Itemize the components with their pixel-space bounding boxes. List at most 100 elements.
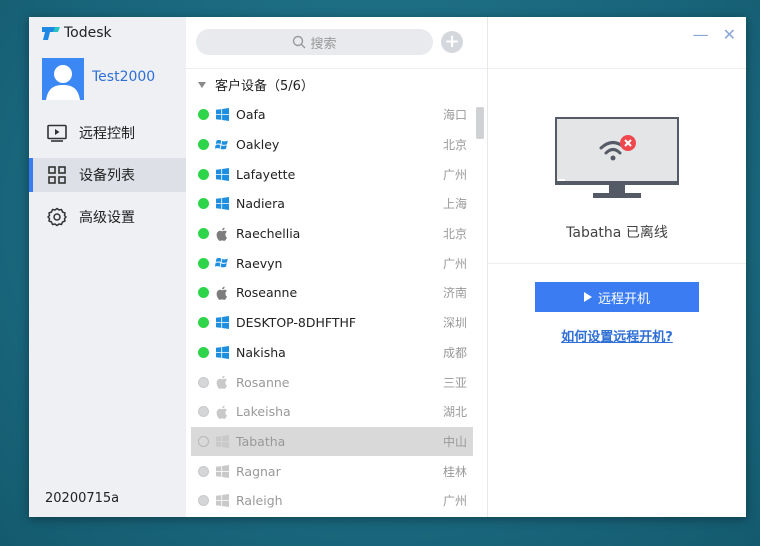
windows-icon xyxy=(215,197,229,211)
nav-label: 设备列表 xyxy=(79,168,135,184)
gear-icon xyxy=(47,207,67,227)
device-location: 上海 xyxy=(442,197,467,212)
device-name: Raevyn xyxy=(236,255,283,271)
online-status-dot xyxy=(198,257,209,269)
windows-icon xyxy=(215,167,229,181)
device-name: Raleigh xyxy=(236,493,283,509)
offline-monitor-icon xyxy=(555,117,679,198)
device-name: Tabatha xyxy=(236,433,286,449)
apple-icon xyxy=(215,405,229,419)
device-name: Rosanne xyxy=(236,374,290,390)
group-header[interactable]: 客户设备（5/6） xyxy=(198,75,314,94)
search-placeholder: 搜索 xyxy=(310,36,337,52)
device-location: 北京 xyxy=(442,227,467,242)
device-detail-panel: — ✕ Tabatha 已离线 远程开机 如何设置远程开机? xyxy=(488,17,746,517)
windows-icon xyxy=(215,256,229,270)
device-row[interactable]: Tabatha 中山 xyxy=(191,426,473,457)
offline-status-dot xyxy=(198,465,209,477)
device-row[interactable]: Raleigh 广州 xyxy=(191,486,473,516)
play-icon xyxy=(583,292,592,302)
scrollbar[interactable] xyxy=(476,107,484,139)
user-name[interactable]: Test2000 xyxy=(92,69,155,85)
device-row[interactable]: Oafa 海口 xyxy=(191,100,473,130)
user-avatar-icon xyxy=(46,65,80,100)
nav-item-advanced-settings[interactable]: 高级设置 xyxy=(29,200,186,234)
online-status-dot xyxy=(198,346,209,358)
device-name: Ragnar xyxy=(236,463,281,479)
collapse-triangle-icon xyxy=(198,81,206,88)
nav-label: 远程控制 xyxy=(79,126,135,142)
device-row[interactable]: Rosanne 三亚 xyxy=(191,367,473,397)
offline-status-dot xyxy=(198,495,209,507)
search-input[interactable]: 搜索 xyxy=(196,29,433,55)
device-row[interactable]: DESKTOP-8DHFTHF 深圳 xyxy=(191,308,473,338)
wake-help-link[interactable]: 如何设置远程开机? xyxy=(488,326,746,345)
online-status-dot xyxy=(198,228,209,240)
device-row[interactable]: Ragnar 桂林 xyxy=(191,456,473,486)
offline-status-dot xyxy=(198,406,209,418)
apple-icon xyxy=(215,375,229,389)
device-row[interactable]: Lakeisha 湖北 xyxy=(191,397,473,427)
window-controls: — ✕ xyxy=(693,25,736,44)
wake-button-label: 远程开机 xyxy=(597,291,650,307)
nav-item-remote-control[interactable]: 远程控制 xyxy=(29,116,186,150)
device-list-icon xyxy=(47,165,67,185)
device-list-panel: 搜索 + 客户设备（5/6） Oafa 海口 Oakley 北京 Lafayette 广州… xyxy=(186,17,488,517)
device-name: Oakley xyxy=(236,137,280,153)
device-name: DESKTOP-8DHFTHF xyxy=(236,315,357,331)
device-row[interactable]: Raechellia 北京 xyxy=(191,219,473,249)
device-status-text: Tabatha 已离线 xyxy=(566,225,668,241)
device-row[interactable]: Lafayette 广州 xyxy=(191,159,473,189)
device-name: Raechellia xyxy=(236,226,301,242)
nav-item-device-list[interactable]: 设备列表 xyxy=(29,158,186,192)
version-label: 20200715a xyxy=(45,491,120,506)
device-name: Lafayette xyxy=(236,166,296,182)
search-icon xyxy=(293,35,306,49)
avatar[interactable] xyxy=(42,58,84,100)
remote-control-icon xyxy=(47,123,67,143)
add-device-button[interactable]: + xyxy=(441,31,463,53)
device-location: 三亚 xyxy=(442,375,467,390)
minimize-icon[interactable]: — xyxy=(693,25,709,44)
device-name: Nakisha xyxy=(236,344,286,360)
windows-icon xyxy=(215,345,229,359)
apple-icon xyxy=(215,286,229,300)
sidebar: Todesk Test2000 远程控制 设备列表 高级设置 20200715a xyxy=(29,17,186,517)
todesk-logo-icon xyxy=(42,27,60,40)
device-location: 湖北 xyxy=(442,405,467,420)
device-location: 中山 xyxy=(442,434,467,449)
brand: Todesk xyxy=(42,25,112,41)
divider xyxy=(488,263,746,264)
device-location: 海口 xyxy=(442,108,467,123)
windows-icon xyxy=(215,494,229,508)
device-row[interactable]: Roseanne 济南 xyxy=(191,278,473,308)
device-row[interactable]: Raevyn 广州 xyxy=(191,248,473,278)
device-row[interactable]: Nakisha 成都 xyxy=(191,338,473,368)
offline-status-dot xyxy=(198,435,209,447)
windows-icon xyxy=(215,138,229,152)
device-name: Nadiera xyxy=(236,196,285,212)
device-location: 桂林 xyxy=(442,464,467,479)
device-location: 广州 xyxy=(442,256,467,271)
apple-icon xyxy=(215,227,229,241)
divider xyxy=(488,68,746,69)
app-name: Todesk xyxy=(64,25,112,41)
device-name: Oafa xyxy=(236,107,266,123)
online-status-dot xyxy=(198,139,209,151)
windows-icon xyxy=(215,434,229,448)
nav-label: 高级设置 xyxy=(79,210,135,226)
online-status-dot xyxy=(198,198,209,210)
close-icon[interactable]: ✕ xyxy=(723,25,736,44)
offline-status-dot xyxy=(198,376,209,388)
device-location: 成都 xyxy=(442,345,467,360)
divider xyxy=(186,68,487,69)
windows-icon xyxy=(215,108,229,122)
remote-wake-button[interactable]: 远程开机 xyxy=(535,282,699,312)
online-status-dot xyxy=(198,109,209,121)
device-list: Oafa 海口 Oakley 北京 Lafayette 广州 Nadiera 上海 Raeche… xyxy=(191,100,473,516)
device-row[interactable]: Nadiera 上海 xyxy=(191,189,473,219)
windows-icon xyxy=(215,464,229,478)
online-status-dot xyxy=(198,317,209,329)
device-location: 北京 xyxy=(442,138,467,153)
device-row[interactable]: Oakley 北京 xyxy=(191,130,473,160)
